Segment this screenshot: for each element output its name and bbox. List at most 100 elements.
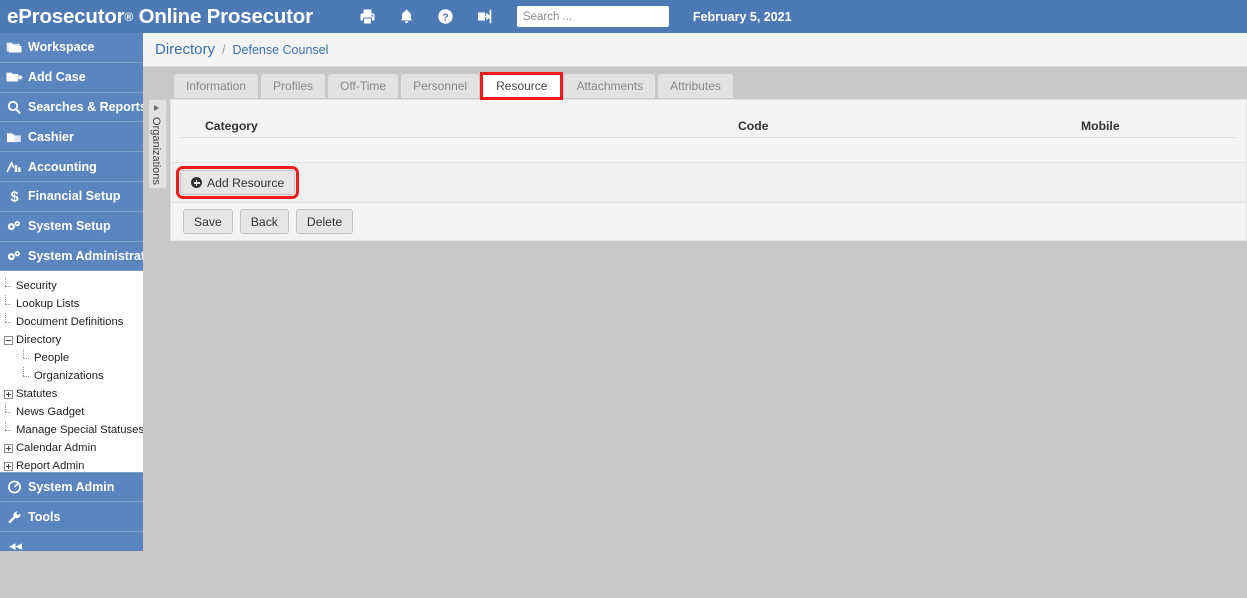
- left-sidebar: Workspace Add Case Searches & Reports: [0, 33, 143, 551]
- breadcrumb-root[interactable]: Directory: [155, 41, 215, 58]
- side-panel-tab-label: Organizations: [150, 117, 162, 185]
- print-icon[interactable]: [359, 8, 376, 25]
- tree-node-icon: [4, 408, 13, 417]
- gears-icon: [6, 248, 23, 263]
- tree-expand-icon[interactable]: [4, 444, 13, 453]
- plus-circle-icon: [191, 177, 202, 188]
- sidebar-item-tools[interactable]: Tools: [0, 502, 143, 532]
- top-header-bar: eProsecutor® Online Prosecutor: [0, 0, 1247, 33]
- sidebar-item-system-administration[interactable]: System Administration: [0, 242, 143, 272]
- current-date: February 5, 2021: [693, 10, 792, 24]
- breadcrumb-leaf[interactable]: Defense Counsel: [233, 43, 329, 57]
- delete-button[interactable]: Delete: [296, 209, 353, 234]
- tree-item-document-definitions[interactable]: Document Definitions: [4, 313, 143, 331]
- sidebar-item-system-setup[interactable]: System Setup: [0, 212, 143, 242]
- sidebar-item-label: System Admin: [28, 480, 114, 494]
- tab-information[interactable]: Information: [174, 74, 258, 98]
- add-resource-button[interactable]: Add Resource: [180, 170, 295, 195]
- bell-icon[interactable]: [398, 8, 415, 25]
- sidebar-item-add-case[interactable]: Add Case: [0, 63, 143, 93]
- tree-item-label: News Gadget: [16, 403, 84, 421]
- sidebar-item-label: Accounting: [28, 160, 97, 174]
- tree-node-icon: [4, 426, 13, 435]
- tree-item-manage-special-statuses[interactable]: Manage Special Statuses: [4, 421, 143, 439]
- tree-item-calendar-admin[interactable]: Calendar Admin: [4, 439, 143, 457]
- tree-item-organizations[interactable]: Organizations: [4, 367, 143, 385]
- tree-item-label: People: [34, 349, 69, 367]
- tree-item-label: Organizations: [34, 367, 104, 385]
- logout-icon[interactable]: [476, 8, 493, 25]
- registered-mark: ®: [124, 10, 133, 24]
- sidebar-item-searches-reports[interactable]: Searches & Reports: [0, 93, 143, 123]
- help-icon[interactable]: ?: [437, 8, 454, 25]
- folder-arrow-icon: [6, 70, 23, 85]
- tab-off-time[interactable]: Off-Time: [328, 74, 398, 98]
- svg-text:?: ?: [442, 11, 448, 23]
- tree-node-icon: [4, 318, 13, 327]
- tree-item-statutes[interactable]: Statutes: [4, 385, 143, 403]
- column-header-code[interactable]: Code: [738, 119, 768, 133]
- form-actions: Save Back Delete: [170, 203, 1247, 241]
- sidebar-item-label: Searches & Reports: [28, 100, 143, 114]
- resource-toolbar: Add Resource: [170, 163, 1247, 203]
- tab-attributes[interactable]: Attributes: [658, 74, 733, 98]
- sidebar-item-financial-setup[interactable]: $ Financial Setup: [0, 182, 143, 212]
- breadcrumb: Directory / Defense Counsel: [143, 33, 1247, 67]
- sidebar-item-label: System Setup: [28, 219, 111, 233]
- gauge-icon: [6, 480, 23, 495]
- back-button[interactable]: Back: [240, 209, 289, 234]
- tree-item-label: Directory: [16, 331, 61, 349]
- save-button[interactable]: Save: [183, 209, 233, 234]
- sidebar-item-label: Add Case: [28, 70, 86, 84]
- app-title: eProsecutor® Online Prosecutor: [7, 5, 313, 29]
- gears-icon: [6, 219, 23, 234]
- sidebar-item-workspace[interactable]: Workspace: [0, 33, 143, 63]
- sidebar-item-label: Cashier: [28, 130, 74, 144]
- sidebar-item-system-admin[interactable]: System Admin: [0, 472, 143, 502]
- tab-bar: Information Profiles Off-Time Personnel …: [143, 67, 1247, 98]
- search-input[interactable]: [517, 6, 669, 27]
- resource-grid-header: Category Code Mobile: [181, 100, 1236, 138]
- sidebar-item-cashier[interactable]: Cashier: [0, 122, 143, 152]
- dollar-icon: $: [6, 189, 23, 204]
- column-header-mobile[interactable]: Mobile: [1081, 119, 1120, 133]
- app-title-suffix: Online Prosecutor: [133, 5, 313, 28]
- app-root: eProsecutor® Online Prosecutor: [0, 0, 1247, 598]
- organizations-side-panel-tab[interactable]: Organizations: [149, 99, 167, 189]
- tree-expand-icon[interactable]: [4, 390, 13, 399]
- wrench-icon: [6, 509, 23, 524]
- tree-expand-icon[interactable]: [4, 462, 13, 471]
- sidebar-item-label: Financial Setup: [28, 189, 120, 203]
- cash-drawer-icon: [6, 129, 23, 144]
- tab-personnel[interactable]: Personnel: [401, 74, 479, 98]
- sidebar-item-label: System Administration: [28, 249, 143, 263]
- tree-item-label: Report Admin: [16, 457, 84, 472]
- resource-grid: Category Code Mobile: [170, 99, 1247, 163]
- tree-item-label: Manage Special Statuses: [16, 421, 143, 439]
- sidebar-item-label: Tools: [28, 510, 60, 524]
- tree-item-security[interactable]: Security: [4, 277, 143, 295]
- sidebar-item-accounting[interactable]: Accounting: [0, 152, 143, 182]
- tree-item-label: Document Definitions: [16, 313, 123, 331]
- app-title-main: eProsecutor: [7, 5, 124, 28]
- sidebar-collapse-button[interactable]: ◂◂: [0, 532, 143, 551]
- folders-icon: [6, 40, 23, 55]
- search-box: [517, 6, 669, 27]
- tree-item-directory[interactable]: Directory: [4, 331, 143, 349]
- tab-profiles[interactable]: Profiles: [261, 74, 325, 98]
- tab-attachments[interactable]: Attachments: [564, 74, 655, 98]
- sidebar-item-label: Workspace: [28, 40, 94, 54]
- tree-item-people[interactable]: People: [4, 349, 143, 367]
- tree-item-label: Calendar Admin: [16, 439, 96, 457]
- tab-resource[interactable]: Resource: [482, 74, 561, 98]
- tree-item-report-admin[interactable]: Report Admin: [4, 457, 143, 472]
- tree-item-lookup-lists[interactable]: Lookup Lists: [4, 295, 143, 313]
- tree-node-icon: [4, 300, 13, 309]
- add-resource-label: Add Resource: [207, 176, 284, 190]
- header-icon-group: ?: [359, 8, 493, 25]
- tree-item-news-gadget[interactable]: News Gadget: [4, 403, 143, 421]
- collapse-icon: ◂◂: [9, 538, 22, 551]
- column-header-category[interactable]: Category: [205, 119, 258, 133]
- tree-item-label: Lookup Lists: [16, 295, 79, 313]
- tree-collapse-icon[interactable]: [4, 336, 13, 345]
